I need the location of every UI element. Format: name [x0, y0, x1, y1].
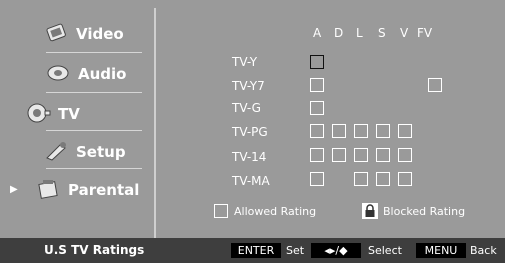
- audio-icon: [46, 62, 72, 84]
- blocked-rating-label: Blocked Rating: [383, 205, 466, 218]
- rating-box-tv-y7-a[interactable]: [310, 78, 324, 92]
- rating-box-tv-ma-v[interactable]: [398, 172, 412, 186]
- menu-divider: [46, 52, 142, 53]
- tv-icon: [26, 102, 52, 124]
- rating-box-tv-y-a[interactable]: [310, 55, 324, 69]
- column-header: S: [378, 26, 386, 40]
- rating-box-tv-14-v[interactable]: [398, 148, 412, 162]
- menu-item-setup[interactable]: Setup: [8, 136, 152, 168]
- menu-item-tv[interactable]: TV: [8, 98, 152, 130]
- rating-box-tv-14-a[interactable]: [310, 148, 324, 162]
- rating-label-tv-pg: TV-PG: [232, 125, 268, 139]
- rating-box-tv-y7-fv[interactable]: [428, 78, 442, 92]
- lock-icon: [362, 203, 378, 219]
- parental-icon: [36, 178, 62, 200]
- menu-item-label: Setup: [76, 143, 126, 161]
- rating-box-tv-pg-s[interactable]: [376, 124, 390, 138]
- main-menu-sidebar: Video Audio TV Setup ▶ Parental: [8, 8, 152, 236]
- rating-box-tv-14-s[interactable]: [376, 148, 390, 162]
- tv-settings-screen: Video Audio TV Setup ▶ Parental A D L S …: [0, 0, 505, 263]
- column-header: V: [400, 26, 409, 40]
- column-header: D: [334, 26, 344, 40]
- menu-item-label: Video: [76, 25, 124, 43]
- allowed-rating-swatch: [214, 204, 228, 218]
- menu-item-label: TV: [58, 105, 80, 123]
- video-icon: [44, 22, 70, 44]
- screen-title: U.S TV Ratings: [44, 243, 145, 257]
- footer-bar: U.S TV Ratings ENTER Set ◂▸/◆ Select MEN…: [0, 238, 505, 263]
- menu-item-audio[interactable]: Audio: [8, 58, 152, 90]
- rating-label-tv-14: TV-14: [232, 150, 267, 164]
- menu-item-label: Audio: [78, 65, 127, 83]
- menu-item-video[interactable]: Video: [8, 18, 152, 50]
- menu-item-label: Parental: [68, 181, 140, 199]
- rating-label-tv-y: TV-Y: [232, 55, 258, 69]
- menu-divider: [46, 168, 142, 169]
- rating-box-tv-ma-s[interactable]: [376, 172, 390, 186]
- rating-box-tv-14-l[interactable]: [354, 148, 368, 162]
- rating-box-tv-pg-a[interactable]: [310, 124, 324, 138]
- menu-action-label: Back: [470, 244, 497, 257]
- rating-box-tv-ma-a[interactable]: [310, 172, 324, 186]
- column-header: FV: [417, 26, 433, 40]
- rating-box-tv-g-a[interactable]: [310, 101, 324, 115]
- selected-arrow-icon: ▶: [10, 184, 18, 195]
- allowed-rating-label: Allowed Rating: [234, 205, 317, 218]
- rating-box-tv-ma-l[interactable]: [354, 172, 368, 186]
- rating-label-tv-ma: TV-MA: [232, 174, 270, 188]
- enter-key-button[interactable]: ENTER: [231, 243, 281, 258]
- column-header: L: [356, 26, 363, 40]
- rating-label-tv-g: TV-G: [232, 101, 261, 115]
- menu-item-parental[interactable]: ▶ Parental: [8, 174, 152, 206]
- setup-icon: [44, 140, 70, 162]
- column-header: A: [313, 26, 322, 40]
- menu-key-button[interactable]: MENU: [416, 243, 466, 258]
- rating-box-tv-14-d[interactable]: [332, 148, 346, 162]
- rating-box-tv-pg-d[interactable]: [332, 124, 346, 138]
- enter-action-label: Set: [286, 244, 305, 257]
- navigate-arrows-icon: ◂▸/◆: [311, 243, 361, 258]
- rating-box-tv-pg-l[interactable]: [354, 124, 368, 138]
- menu-divider: [46, 130, 142, 131]
- panel-divider: [154, 8, 156, 238]
- select-action-label: Select: [368, 244, 402, 257]
- rating-box-tv-pg-v[interactable]: [398, 124, 412, 138]
- rating-label-tv-y7: TV-Y7: [232, 79, 265, 93]
- menu-divider: [46, 92, 142, 93]
